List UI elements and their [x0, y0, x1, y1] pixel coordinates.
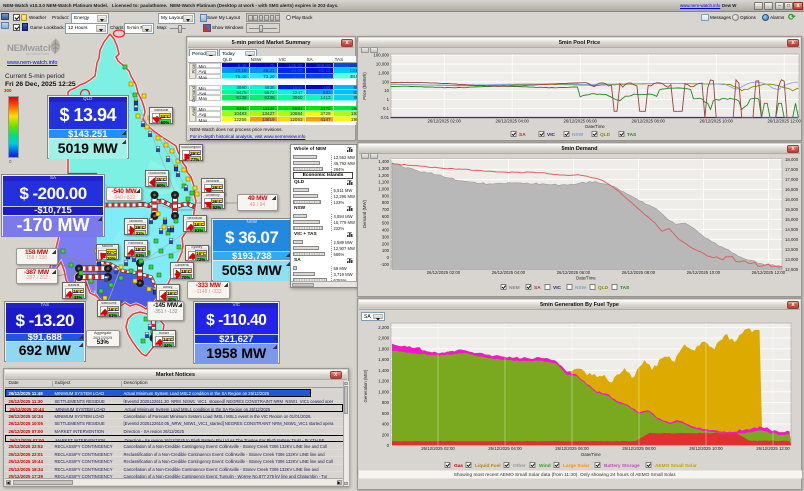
- svg-text:17,500: 17,500: [785, 167, 799, 172]
- svg-text:10,000: 10,000: [376, 62, 390, 67]
- svg-text:1,000: 1,000: [378, 70, 389, 75]
- svg-text:2,000: 2,000: [378, 336, 389, 341]
- svg-text:Generation (MW): Generation (MW): [363, 369, 368, 403]
- svg-text:200: 200: [382, 241, 390, 246]
- svg-text:Date/Time: Date/Time: [585, 124, 605, 129]
- svg-text:Demand (MW): Demand (MW): [362, 199, 367, 228]
- svg-text:17,000: 17,000: [785, 177, 799, 182]
- svg-text:Price ($/MWh): Price ($/MWh): [362, 72, 367, 100]
- svg-text:700: 700: [382, 207, 390, 212]
- svg-text:SA: SA: [519, 132, 526, 138]
- svg-text:900: 900: [382, 193, 390, 198]
- svg-text:26/12/2025 06:00: 26/12/2025 06:00: [563, 119, 597, 124]
- svg-text:18,000: 18,000: [785, 157, 799, 162]
- svg-text:13,500: 13,500: [785, 247, 799, 252]
- svg-text:26/12/2025 10:00: 26/12/2025 10:00: [699, 119, 733, 124]
- svg-text:26/12/2025 10:00: 26/12/2025 10:00: [687, 270, 721, 275]
- svg-text:1,400: 1,400: [378, 368, 389, 373]
- svg-text:1,200: 1,200: [378, 173, 389, 178]
- svg-text:100: 100: [382, 248, 390, 253]
- svg-text:QLD: QLD: [600, 132, 611, 138]
- svg-text:16,500: 16,500: [785, 187, 799, 192]
- svg-text:Battery Storage: Battery Storage: [604, 463, 640, 469]
- svg-text:Date/Time: Date/Time: [581, 452, 601, 457]
- svg-text:100,000: 100,000: [373, 53, 389, 58]
- svg-text:15,500: 15,500: [785, 207, 799, 212]
- svg-text:400: 400: [382, 228, 390, 233]
- svg-text:14,000: 14,000: [785, 237, 799, 242]
- svg-text:26/12/2025 04:00: 26/12/2025 04:00: [492, 270, 526, 275]
- svg-text:300: 300: [382, 234, 390, 239]
- svg-text:26/12/2025 02:00: 26/12/2025 02:00: [427, 119, 461, 124]
- svg-text:800: 800: [382, 200, 390, 205]
- svg-text:1,800: 1,800: [378, 346, 389, 351]
- svg-text:600: 600: [382, 214, 390, 219]
- svg-text:AEMO Small Solar: AEMO Small Solar: [655, 463, 697, 469]
- svg-text:100: 100: [382, 79, 390, 84]
- svg-text:200: 200: [382, 432, 390, 437]
- svg-text:1,000: 1,000: [378, 186, 389, 191]
- svg-text:NEM: NEM: [509, 285, 520, 291]
- svg-text:Liquid Fuel: Liquid Fuel: [475, 463, 501, 469]
- svg-text:13,000: 13,000: [785, 257, 799, 262]
- svg-text:15,000: 15,000: [785, 217, 799, 222]
- svg-text:Other: Other: [513, 463, 526, 469]
- svg-text:0: 0: [387, 443, 390, 448]
- svg-text:SA: SA: [534, 285, 541, 291]
- svg-text:26/12/2025 08:00: 26/12/2025 08:00: [622, 446, 656, 451]
- svg-text:800: 800: [382, 400, 390, 405]
- svg-text:Gas: Gas: [454, 463, 463, 469]
- svg-text:Showing most recent AEMO Small: Showing most recent AEMO Small Solar dat…: [454, 472, 677, 478]
- svg-text:1,100: 1,100: [378, 180, 389, 185]
- svg-text:0.01: 0.01: [381, 115, 390, 120]
- svg-text:26/12/2025 08:00: 26/12/2025 08:00: [631, 119, 665, 124]
- svg-text:14,500: 14,500: [785, 227, 799, 232]
- svg-text:NSW: NSW: [572, 132, 584, 138]
- svg-text:26/12/2025 06:00: 26/12/2025 06:00: [557, 270, 591, 275]
- svg-text:26/12/2025 02:00: 26/12/2025 02:00: [427, 270, 461, 275]
- svg-text:Wind: Wind: [539, 463, 551, 469]
- svg-text:1: 1: [387, 97, 390, 102]
- svg-text:26/12/2025 12:00: 26/12/2025 12:00: [767, 119, 801, 124]
- svg-text:26/12/2025 04:00: 26/12/2025 04:00: [495, 119, 529, 124]
- svg-text:500: 500: [382, 221, 390, 226]
- svg-text:VIC: VIC: [547, 132, 556, 138]
- svg-text:1,400: 1,400: [378, 159, 389, 164]
- svg-text:-100: -100: [380, 262, 389, 267]
- svg-text:Large Solar: Large Solar: [563, 463, 590, 469]
- svg-text:12,500: 12,500: [785, 267, 799, 272]
- svg-text:26/12/2025 04:00: 26/12/2025 04:00: [488, 446, 522, 451]
- svg-text:VIC: VIC: [553, 285, 562, 291]
- svg-text:400: 400: [382, 422, 390, 427]
- svg-text:TAS: TAS: [627, 132, 637, 138]
- svg-text:0: 0: [387, 255, 390, 260]
- svg-text:1,300: 1,300: [378, 166, 389, 171]
- svg-text:26/12/2025 06:00: 26/12/2025 06:00: [555, 446, 589, 451]
- svg-text:26/12/2025 10:00: 26/12/2025 10:00: [689, 446, 723, 451]
- svg-text:QLD: QLD: [598, 285, 609, 291]
- svg-text:16,000: 16,000: [785, 197, 799, 202]
- svg-text:26/12/2025 02:00: 26/12/2025 02:00: [421, 446, 455, 451]
- svg-text:1,000: 1,000: [378, 389, 389, 394]
- svg-text:26/12/2025 12:00: 26/12/2025 12:00: [752, 270, 786, 275]
- svg-text:0.1: 0.1: [383, 106, 390, 111]
- svg-text:2,200: 2,200: [378, 325, 389, 330]
- svg-text:1,600: 1,600: [378, 357, 389, 362]
- svg-text:600: 600: [382, 411, 390, 416]
- svg-text:26/12/2025 12:00: 26/12/2025 12:00: [756, 446, 790, 451]
- svg-text:Date/Time: Date/Time: [576, 276, 596, 281]
- svg-text:26/12/2025 08:00: 26/12/2025 08:00: [622, 270, 656, 275]
- svg-text:1,200: 1,200: [378, 379, 389, 384]
- svg-text:10: 10: [384, 88, 389, 93]
- svg-text:TAS: TAS: [620, 285, 630, 291]
- svg-text:NSW: NSW: [575, 285, 587, 291]
